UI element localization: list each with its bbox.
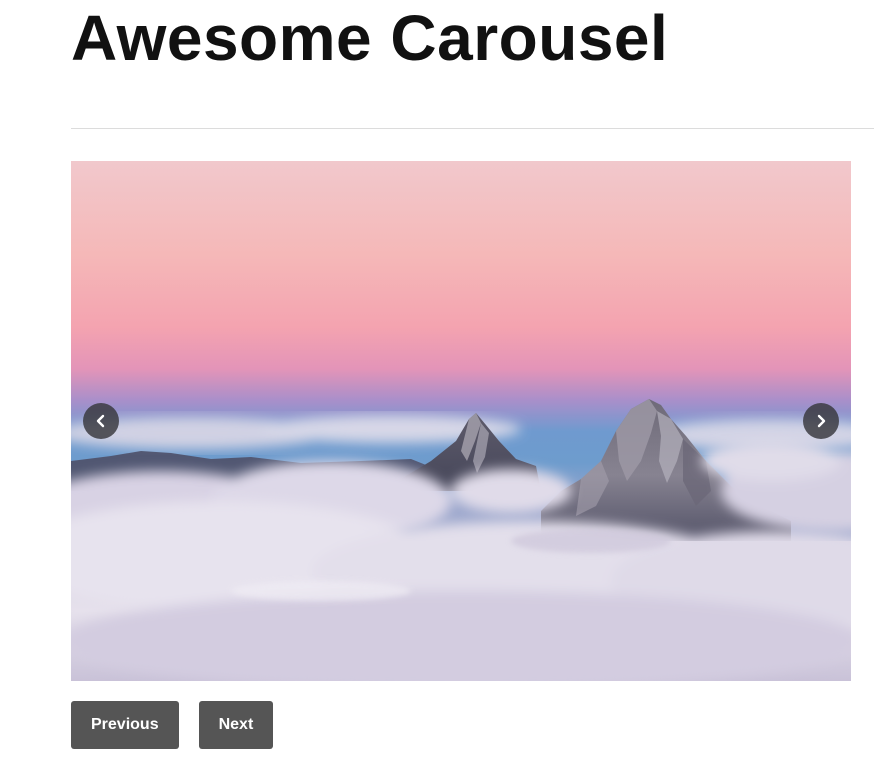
next-button[interactable]: Next bbox=[198, 701, 274, 749]
carousel-next-arrow[interactable] bbox=[803, 403, 839, 439]
carousel-slide-image bbox=[71, 161, 851, 681]
page-title: Awesome Carousel bbox=[71, 2, 669, 74]
carousel bbox=[71, 161, 851, 681]
carousel-prev-arrow[interactable] bbox=[83, 403, 119, 439]
title-divider bbox=[71, 128, 874, 129]
previous-button[interactable]: Previous bbox=[71, 701, 179, 749]
chevron-left-icon bbox=[96, 414, 105, 428]
chevron-right-icon bbox=[817, 414, 826, 428]
page: Awesome Carousel Previous Next bbox=[0, 0, 874, 768]
carousel-controls: Previous Next bbox=[71, 701, 274, 749]
